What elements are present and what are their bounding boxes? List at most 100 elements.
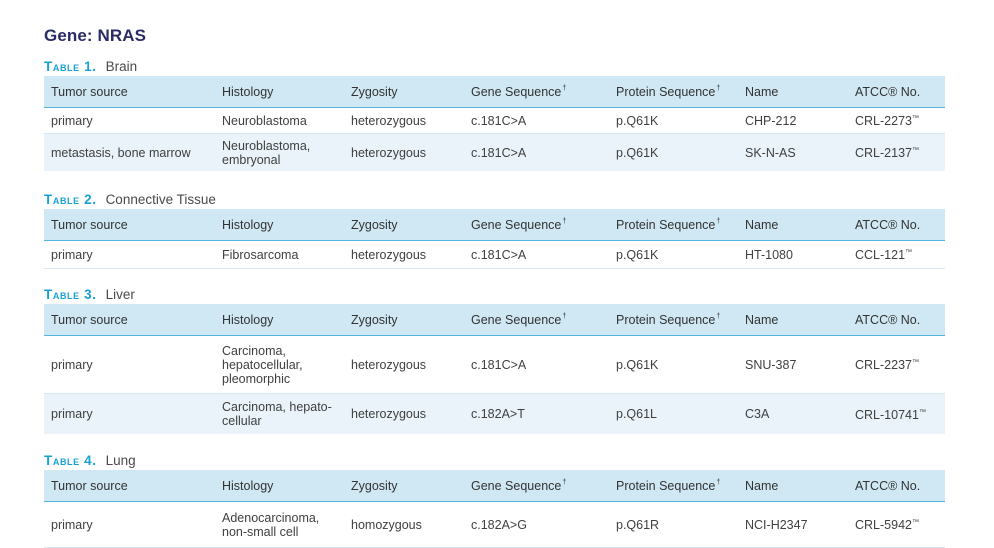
cell-text: HT-1080 [745,247,793,262]
cell-text: metastasis, bone marrow [51,145,191,160]
table-body: primary Fibrosarcoma heterozygous c.181C>A p… [44,240,945,269]
trademark-mark: ™ [905,249,913,257]
cell-protein-sequence: p.Q61L [609,393,738,434]
table-row: primary Carcinoma, hepato-cellular heteroz… [44,393,945,434]
table-row: metastasis, bone marrow Neuroblastoma, em… [44,133,945,171]
header-name: Name [738,304,848,336]
header-gene-sequence-text: Gene Sequence [471,84,562,99]
cell-atcc-no: CCL-121™ [848,240,945,269]
table-header-row: Tumor source Histology Zygosity Gene Seq… [44,76,945,108]
header-protein-sequence-text: Protein Sequence [616,478,716,493]
cell-name: SK-N-AS [738,133,848,171]
cell-atcc-no: CRL-2273™ [848,107,945,134]
table-row: primary Carcinoma, hepatocellular, pleomo… [44,335,945,394]
table-caption-2: Table 2. Connective Tissue [44,191,216,209]
cell-zygosity: heterozygous [344,240,464,269]
cell-tumor-source: primary [44,501,215,548]
header-gene-sequence-text: Gene Sequence [471,478,562,493]
cell-name: C3A [738,393,848,434]
cell-line-table-3: Tumor source Histology Zygosity Gene Seq… [44,304,945,434]
table-body: primary Adenocarcinoma, non-small cell hom… [44,501,945,548]
gene-title: Gene: NRAS [44,26,147,45]
cell-text: SK-N-AS [745,145,796,160]
cell-text: primary [51,247,93,262]
cell-protein-sequence: p.Q61K [609,107,738,134]
table-body: primary Carcinoma, hepatocellular, pleomo… [44,335,945,434]
header-histology: Histology [215,304,344,336]
cell-text: CHP-212 [745,113,797,128]
cell-text: heterozygous [351,145,427,160]
cell-text: primary [51,113,93,128]
cell-gene-sequence: c.181C>A [464,335,609,394]
header-tumor-source: Tumor source [44,470,215,502]
header-histology: Histology [215,470,344,502]
cell-text: heterozygous [351,247,427,262]
cell-line-table-1: Tumor source Histology Zygosity Gene Seq… [44,76,945,171]
cell-gene-sequence: c.182A>T [464,393,609,434]
header-tumor-source: Tumor source [44,209,215,241]
table-row: primary Adenocarcinoma, non-small cell hom… [44,501,945,548]
header-protein-sequence-text: Protein Sequence [616,84,716,99]
cell-text: homozygous [351,517,422,532]
table-header-row: Tumor source Histology Zygosity Gene Seq… [44,470,945,502]
table-label: Table 3. [44,287,97,302]
cell-text: Neuroblastoma, embryonal [222,138,311,167]
cell-protein-sequence: p.Q61K [609,335,738,394]
table-label: Table 2. [44,192,97,207]
cell-text: Carcinoma, hepatocellular, pleomorphic [222,343,303,386]
header-histology: Histology [215,76,344,108]
header-tumor-source: Tumor source [44,76,215,108]
cell-text: primary [51,517,93,532]
dagger-mark: † [562,313,567,321]
header-zygosity: Zygosity [344,470,464,502]
table-caption-4: Table 4. Lung [44,452,136,470]
header-gene-sequence: Gene Sequence† [464,470,609,502]
header-atcc-no: ATCC® No. [848,304,945,336]
header-atcc-no: ATCC® No. [848,470,945,502]
cell-text: CRL-5942 [855,518,912,533]
header-gene-sequence: Gene Sequence† [464,209,609,241]
table-row: primary Neuroblastoma heterozygous c.181C>A… [44,107,945,134]
cell-text: primary [51,357,93,372]
cell-text: SNU-387 [745,357,797,372]
cell-name: CHP-212 [738,107,848,134]
header-gene-sequence: Gene Sequence† [464,304,609,336]
table-header-row: Tumor source Histology Zygosity Gene Seq… [44,209,945,241]
cell-text: c.182A>T [471,407,525,421]
cell-line-table-4: Tumor source Histology Zygosity Gene Seq… [44,470,945,548]
cell-text: Carcinoma, hepato-cellular [222,400,332,428]
header-zygosity: Zygosity [344,304,464,336]
cell-zygosity: heterozygous [344,335,464,394]
table-name: Connective Tissue [105,192,216,207]
cell-gene-sequence: c.181C>A [464,240,609,269]
cell-tumor-source: primary [44,393,215,434]
header-protein-sequence: Protein Sequence† [609,209,738,241]
cell-name: HT-1080 [738,240,848,269]
cell-text: Neuroblastoma [222,113,307,128]
cell-protein-sequence: p.Q61K [609,240,738,269]
table-caption-3: Table 3. Liver [44,286,135,304]
cell-tumor-source: primary [44,335,215,394]
cell-text: Fibrosarcoma [222,247,299,262]
trademark-mark: ™ [911,115,919,123]
header-atcc-no: ATCC® No. [848,76,945,108]
header-protein-sequence: Protein Sequence† [609,76,738,108]
cell-text: CRL-2273 [855,114,912,129]
cell-text: Adenocarcinoma, non-small cell [222,510,320,539]
cell-histology: Neuroblastoma, embryonal [215,133,344,171]
cell-name: NCI-H2347 [738,501,848,548]
cell-line-table-2: Tumor source Histology Zygosity Gene Seq… [44,209,945,269]
header-zygosity: Zygosity [344,209,464,241]
header-protein-sequence: Protein Sequence† [609,470,738,502]
cell-text: c.182A>G [471,517,527,532]
cell-histology: Neuroblastoma [215,107,344,134]
cell-tumor-source: primary [44,240,215,269]
cell-histology: Fibrosarcoma [215,240,344,269]
table-body: primary Neuroblastoma heterozygous c.181C>A… [44,107,945,171]
trademark-mark: ™ [918,408,926,416]
cell-text: primary [51,407,93,421]
cell-gene-sequence: c.182A>G [464,501,609,548]
cell-text: CCL-121 [855,248,906,263]
cell-text: p.Q61K [616,357,659,372]
cell-zygosity: heterozygous [344,107,464,134]
